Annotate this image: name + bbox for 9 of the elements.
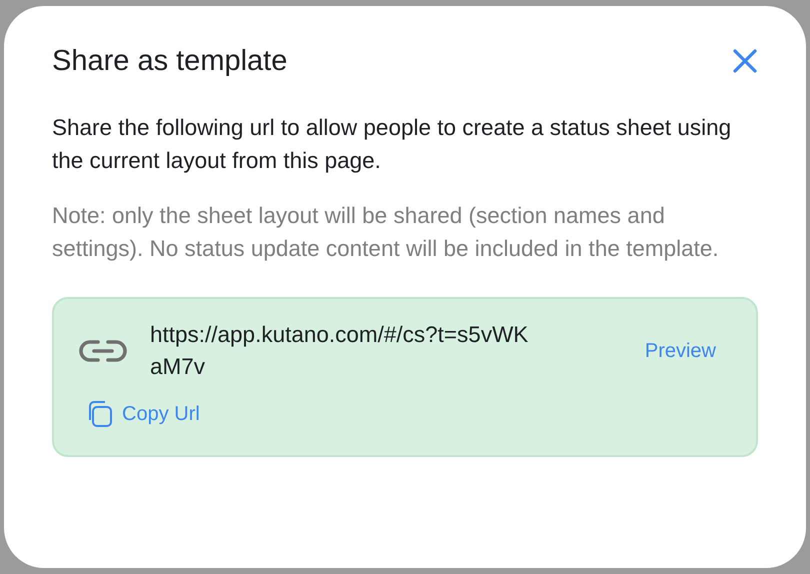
link-icon	[78, 338, 128, 364]
preview-link[interactable]: Preview	[644, 336, 716, 366]
description-text: Share the following url to allow people to create a status sheet using the current layout from this page.	[52, 114, 732, 175]
share-url: https://app.kutano.com/#/cs?t=s5vWKaM7v	[150, 320, 530, 381]
close-icon	[732, 48, 758, 74]
dialog-title: Share as template	[52, 44, 288, 79]
note-text: Note: only the sheet layout will be shared (section names and settings). No status update content will be included in the template.	[52, 202, 720, 263]
copy-icon	[86, 400, 114, 428]
copy-url-button[interactable]: Copy Url	[86, 398, 200, 429]
